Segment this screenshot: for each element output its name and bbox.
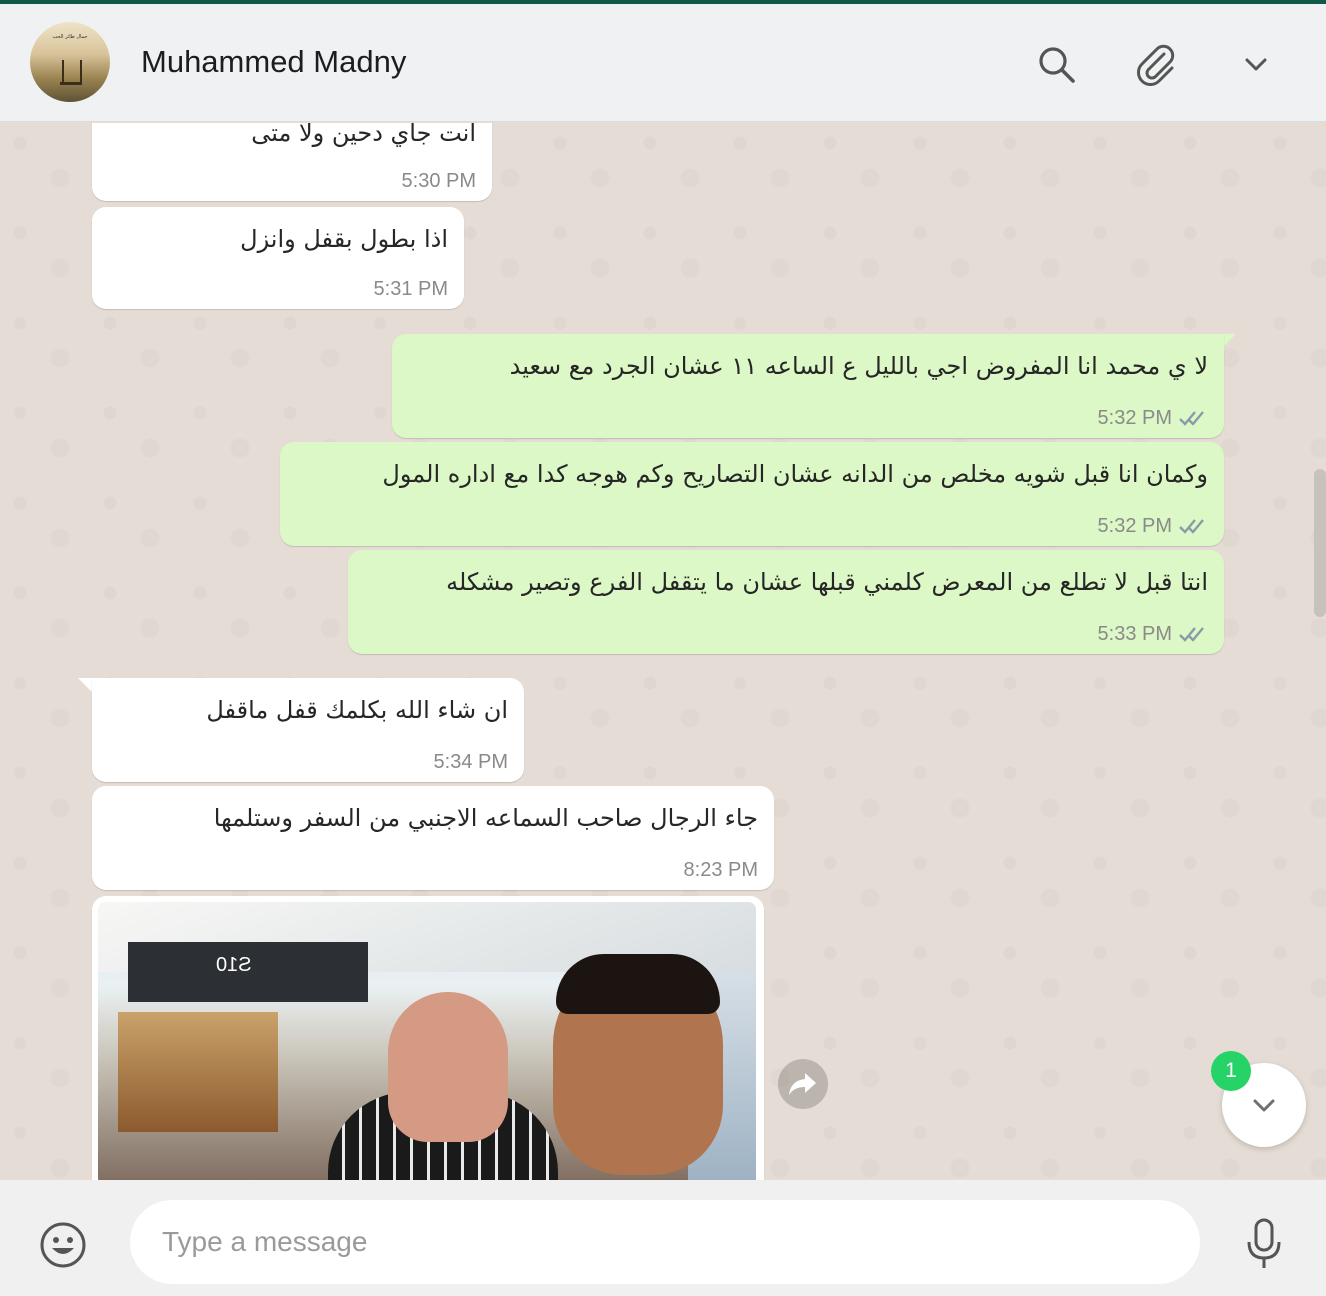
message-bubble-outgoing[interactable]: لا ي محمد انا المفروض اجي بالليل ع الساع… (392, 334, 1224, 438)
message-time: 5:30 PM (401, 170, 476, 192)
message-photo[interactable]: S10 (98, 902, 756, 1180)
message-bubble-incoming[interactable]: انت جاي دحين ولا متى 5:30 PM (92, 123, 492, 201)
chevron-down-icon[interactable] (1234, 42, 1278, 86)
search-icon[interactable] (1034, 42, 1078, 86)
avatar-caption: جمال طائر الحب (52, 34, 88, 40)
message-bubble-image[interactable]: S10 (92, 896, 764, 1180)
store-sign: S10 (128, 942, 368, 1002)
message-text: انت جاي دحين ولا متى (251, 123, 476, 147)
message-composer (0, 1180, 1326, 1296)
chevron-down-icon (1253, 1099, 1275, 1112)
message-text: انتا قبل لا تطلع من المعرض كلمني قبلها ع… (446, 568, 1208, 596)
message-bubble-outgoing[interactable]: انتا قبل لا تطلع من المعرض كلمني قبلها ع… (348, 550, 1224, 654)
message-time: 8:23 PM (683, 859, 758, 881)
message-text: اذا بطول بقفل وانزل (240, 225, 448, 253)
message-bubble-incoming[interactable]: جاء الرجال صاحب السماعه الاجنبي من السفر… (92, 786, 774, 890)
mic-icon[interactable] (1240, 1218, 1288, 1270)
message-time: 5:31 PM (373, 278, 448, 300)
message-list[interactable]: انت جاي دحين ولا متى 5:30 PM اذا بطول بق… (0, 123, 1326, 1180)
unread-count-badge: 1 (1211, 1051, 1251, 1091)
message-text: ان شاء الله بكلمك قفل ماقفل (206, 696, 508, 724)
read-receipt-icon (1179, 627, 1204, 642)
message-bubble-incoming[interactable]: ان شاء الله بكلمك قفل ماقفل 5:34 PM (92, 678, 524, 782)
forward-icon[interactable] (778, 1059, 828, 1109)
message-text: وكمان انا قبل شويه مخلص من الدانه عشان ا… (382, 460, 1208, 488)
contact-avatar[interactable]: جمال طائر الحب (30, 22, 110, 102)
message-text: لا ي محمد انا المفروض اجي بالليل ع الساع… (509, 352, 1208, 380)
read-receipt-icon (1179, 519, 1204, 534)
bubble-tail (78, 678, 92, 692)
message-time: 5:33 PM (1097, 623, 1172, 645)
message-bubble-incoming[interactable]: اذا بطول بقفل وانزل 5:31 PM (92, 207, 464, 309)
message-text: جاء الرجال صاحب السماعه الاجنبي من السفر… (213, 804, 758, 832)
read-receipt-icon (1179, 411, 1204, 426)
emoji-icon[interactable] (38, 1220, 88, 1270)
contact-name[interactable]: Muhammed Madny (141, 44, 406, 80)
message-time: 5:32 PM (1097, 515, 1172, 537)
attach-icon[interactable] (1134, 42, 1178, 86)
message-time: 5:32 PM (1097, 407, 1172, 429)
message-bubble-outgoing[interactable]: وكمان انا قبل شويه مخلص من الدانه عشان ا… (280, 442, 1224, 546)
message-time: 5:34 PM (433, 751, 508, 773)
bubble-tail (1222, 334, 1236, 348)
chat-header: جمال طائر الحب Muhammed Madny (0, 4, 1326, 122)
chat-scrollbar[interactable] (1314, 469, 1326, 617)
message-input[interactable] (130, 1200, 1200, 1284)
